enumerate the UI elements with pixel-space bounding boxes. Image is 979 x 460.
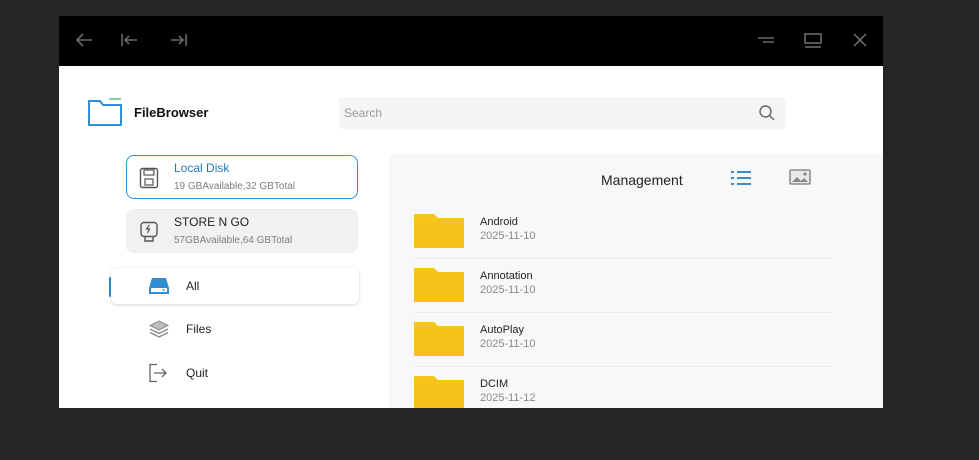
nav-item-quit[interactable]: Quit [111, 355, 359, 391]
folder-date: 2025-11-10 [480, 284, 536, 296]
folder-name: DCIM [480, 378, 509, 390]
folder-row-autoplay[interactable]: AutoPlay 2025-11-10 [414, 312, 832, 367]
app-window: FileBrowser Search Local Disk 19 GBAvail… [59, 16, 883, 408]
file-browser-app: FileBrowser Search Local Disk 19 GBAvail… [59, 66, 883, 408]
exit-icon [148, 363, 170, 383]
folder-name: AutoPlay [480, 324, 525, 336]
disk-capacity: 19 GBAvailable,32 GBTotal [174, 181, 296, 192]
layers-icon [148, 319, 170, 339]
nav-item-files[interactable]: Files [111, 311, 359, 347]
disk-name: Local Disk [174, 161, 230, 175]
search-icon[interactable] [758, 104, 776, 122]
file-list-panel: Management Android 2025-11-10 Annotation [389, 154, 883, 408]
folder-icon [414, 320, 464, 358]
folder-date: 2025-11-10 [480, 338, 536, 350]
search-input[interactable]: Search [339, 97, 786, 129]
maximize-icon[interactable] [801, 28, 825, 52]
nav-label: Files [186, 322, 212, 336]
floppy-disk-icon [139, 167, 159, 189]
folder-row-annotation[interactable]: Annotation 2025-11-10 [414, 258, 832, 313]
folder-icon [414, 212, 464, 250]
folder-name: Android [480, 216, 518, 228]
close-icon[interactable] [848, 28, 872, 52]
management-title: Management [601, 172, 683, 188]
folder-logo-icon [87, 97, 123, 127]
back-arrow-icon[interactable] [72, 28, 96, 52]
collapse-left-icon[interactable] [117, 28, 141, 52]
collapse-right-icon[interactable] [167, 28, 191, 52]
app-title: FileBrowser [134, 105, 209, 120]
minimize-icon[interactable] [754, 28, 778, 52]
folder-name: Annotation [480, 270, 533, 282]
window-titlebar [59, 16, 883, 66]
nav-label: All [186, 279, 200, 293]
list-view-icon[interactable] [730, 168, 752, 188]
folder-row-dcim[interactable]: DCIM 2025-11-12 [414, 366, 832, 408]
image-view-icon[interactable] [789, 168, 811, 186]
folder-row-android[interactable]: Android 2025-11-10 [414, 204, 832, 259]
search-placeholder: Search [344, 106, 383, 120]
nav-item-all[interactable]: All [111, 268, 359, 304]
folder-date: 2025-11-12 [480, 392, 536, 404]
nav-label: Quit [186, 366, 209, 380]
disk-name: STORE N GO [174, 215, 250, 229]
folder-date: 2025-11-10 [480, 230, 536, 242]
disk-item-local-disk[interactable]: Local Disk 19 GBAvailable,32 GBTotal [126, 155, 358, 199]
folder-icon [414, 374, 464, 408]
folder-icon [414, 266, 464, 304]
disk-item-store-n-go[interactable]: STORE N GO 57GBAvailable,64 GBTotal [126, 209, 358, 253]
disk-capacity: 57GBAvailable,64 GBTotal [174, 235, 293, 246]
usb-drive-icon [139, 221, 159, 243]
drive-icon [148, 276, 170, 296]
